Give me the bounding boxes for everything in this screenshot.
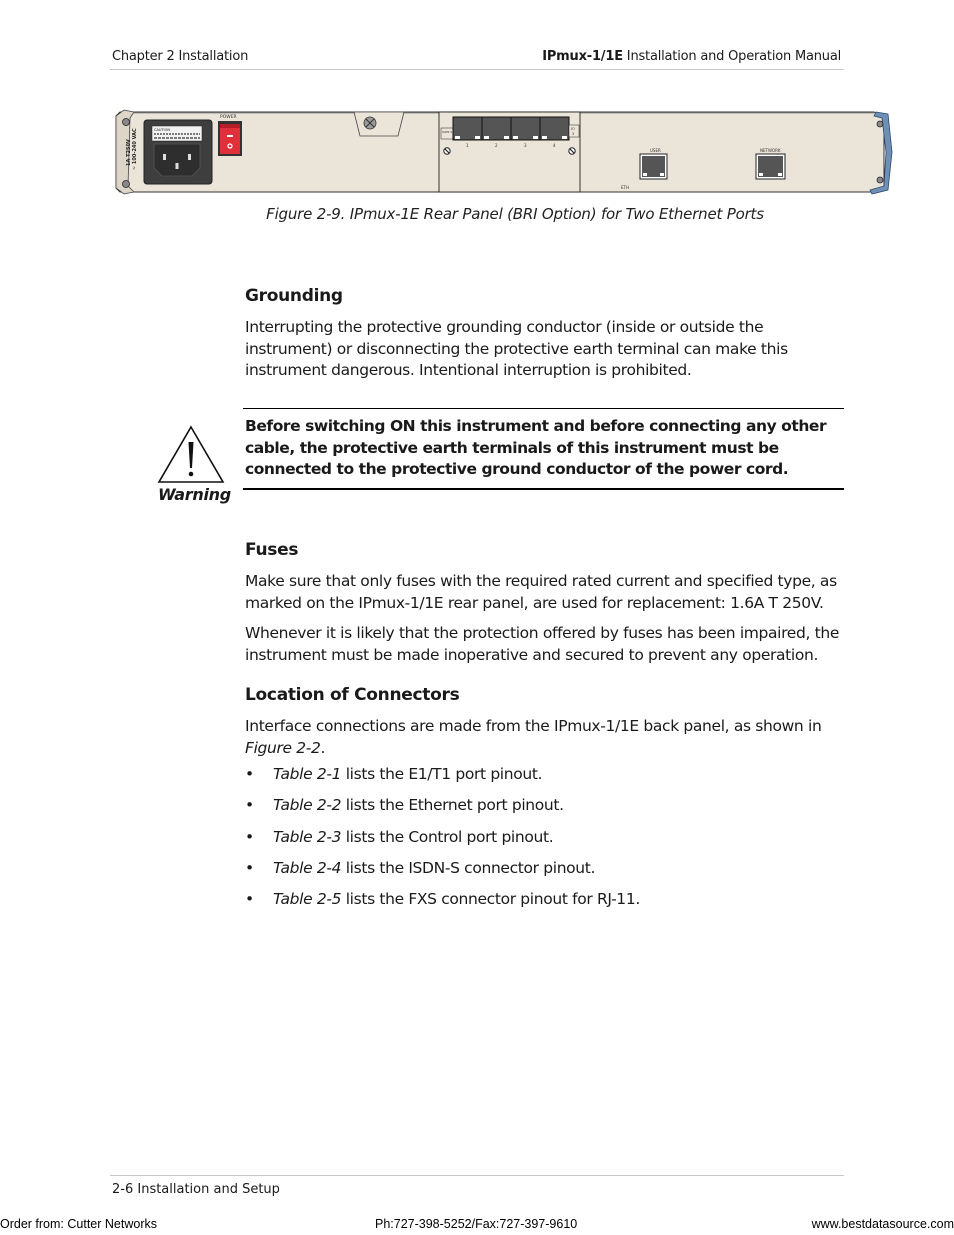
warning-label: Warning — [158, 485, 231, 504]
manual-title: Installation and Operation Manual — [622, 49, 841, 64]
phone-fax-text: Ph:727-398-5252/Fax:727-397-9610 — [375, 1217, 578, 1231]
website-link[interactable]: www.bestdatasource.com — [812, 1217, 954, 1231]
power-switch-label: POWER — [220, 114, 237, 120]
eth-label: ETH — [621, 185, 629, 190]
warning-text: Before switching ON this instrument and … — [245, 417, 827, 478]
connectors-intro-end: . — [320, 738, 326, 757]
running-header-chapter: Chapter 2 Installation — [112, 49, 249, 64]
io-label-text: IO — [571, 127, 575, 131]
warning-top-rule — [243, 408, 844, 409]
figure-caption: Figure 2-9. IPmux-1E Rear Panel (BRI Opt… — [266, 205, 764, 223]
order-from-text: Order from: Cutter Networks — [0, 1217, 157, 1231]
connectors-heading: Location of Connectors — [245, 685, 460, 705]
ear-screw-icon — [122, 118, 130, 126]
table-reference-link[interactable]: Table 2-1 — [273, 765, 341, 783]
list-item-text: lists the Control port pinout. — [341, 827, 554, 846]
list-item-text: lists the E1/T1 port pinout. — [341, 765, 543, 783]
running-header-manual: IPmux-1/1E Installation and Operation Ma… — [542, 49, 841, 64]
user-port-label: USER — [650, 148, 661, 153]
list-item: Table 2-5 lists the FXS connector pinout… — [245, 889, 845, 911]
panel-notch — [353, 111, 405, 137]
table-reference-link[interactable]: Table 2-3 — [273, 828, 341, 846]
ear-screw-icon — [876, 176, 884, 184]
product-name: IPmux-1/1E — [542, 49, 623, 64]
fuses-para-2: Whenever it is likely that the protectio… — [245, 624, 840, 664]
io-number-text: 3 — [572, 132, 574, 136]
network-port-label: NETWORK — [760, 148, 781, 153]
iec-power-socket — [153, 143, 201, 177]
table-reference-link[interactable]: Table 2-5 — [273, 890, 341, 908]
table-reference-link[interactable]: Table 2-2 — [273, 796, 341, 814]
warning-triangle-icon — [157, 425, 225, 483]
header-rule — [110, 69, 844, 70]
list-item: Table 2-2 lists the Ethernet port pinout… — [245, 795, 845, 817]
fuses-para-1: Make sure that only fuses with the requi… — [245, 572, 837, 612]
connectors-intro-text: Interface connections are made from the … — [245, 717, 822, 735]
warning-bottom-rule — [243, 488, 844, 490]
isdn-label-text: ISDN S — [442, 130, 452, 134]
isdn-ports — [452, 116, 570, 141]
list-item-text: lists the FXS connector pinout for RJ-11… — [341, 890, 641, 909]
list-item: Table 2-3 lists the Control port pinout. — [245, 827, 845, 849]
ear-screw-icon — [876, 120, 884, 128]
footer-rule — [110, 1175, 844, 1176]
rear-panel-figure: 1A T250V ~ 100-240 VAC CAUTION POWER ISD… — [115, 109, 893, 195]
grounding-heading: Grounding — [245, 286, 343, 306]
grounding-body: Interrupting the protective grounding co… — [245, 318, 788, 379]
voltage-label: ~ 100-240 VAC — [132, 128, 138, 170]
list-item-text: lists the Ethernet port pinout. — [341, 796, 564, 815]
list-item-text: lists the ISDN-S connector pinout. — [341, 858, 596, 877]
figure-reference-link[interactable]: Figure 2-2 — [245, 739, 321, 757]
connectors-intro: Interface connections are made from the … — [245, 716, 845, 759]
table-reference-link[interactable]: Table 2-4 — [273, 859, 341, 877]
page-footer: 2-6 Installation and Setup — [112, 1182, 280, 1197]
list-item: Table 2-1 lists the E1/T1 port pinout. — [245, 764, 845, 786]
fuses-heading: Fuses — [245, 540, 299, 560]
caution-text: CAUTION — [154, 128, 170, 132]
list-item: Table 2-4 lists the ISDN-S connector pin… — [245, 858, 845, 880]
ear-screw-icon — [122, 180, 130, 188]
connector-table-list: Table 2-1 lists the E1/T1 port pinout. T… — [245, 764, 845, 920]
